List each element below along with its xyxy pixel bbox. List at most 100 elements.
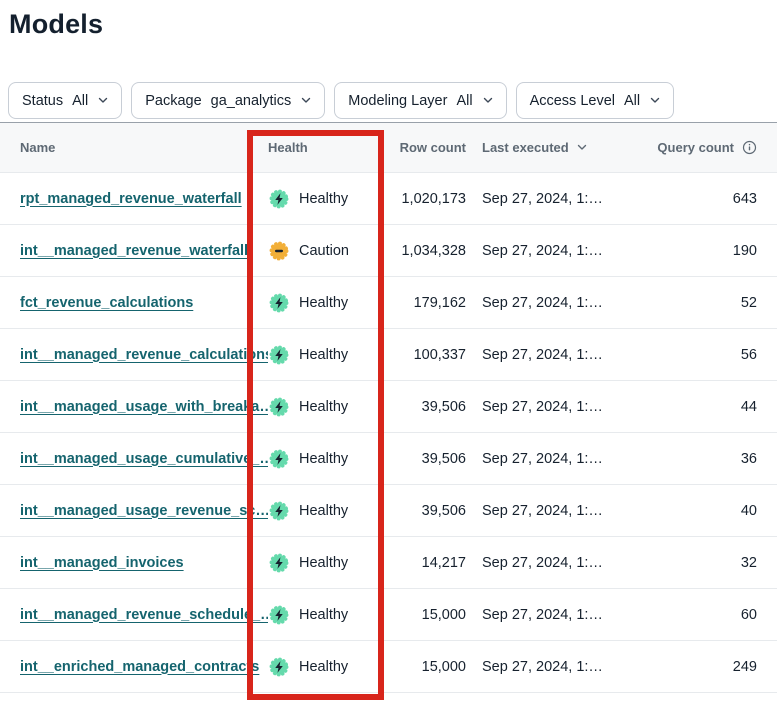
filter-package[interactable]: Package ga_analytics	[131, 82, 325, 119]
model-name-cell: int__managed_invoices	[20, 555, 268, 571]
table-row: int__managed_revenue_waterfall Caution 1…	[0, 225, 777, 277]
health-status-icon	[268, 344, 290, 366]
info-icon[interactable]	[742, 140, 757, 155]
health-status-icon	[268, 500, 290, 522]
row-count-cell: 39,506	[382, 503, 466, 519]
health-cell: Healthy	[268, 656, 382, 678]
filter-modeling-layer-value: All	[456, 93, 472, 109]
row-count-cell: 15,000	[382, 607, 466, 623]
model-name-cell: int__managed_revenue_schedule_…	[20, 607, 268, 623]
column-header-name[interactable]: Name	[20, 140, 268, 155]
column-header-health[interactable]: Health	[268, 140, 382, 155]
filter-status[interactable]: Status All	[8, 82, 122, 119]
health-status-label: Healthy	[299, 295, 348, 311]
query-count-cell: 643	[656, 191, 757, 207]
chevron-down-icon	[98, 97, 108, 104]
table-row: int__managed_usage_cumulative_… Healthy …	[0, 433, 777, 485]
health-status-icon	[268, 552, 290, 574]
sort-chevron-icon	[577, 144, 587, 151]
table-row: int__managed_revenue_schedule_… Healthy …	[0, 589, 777, 641]
health-status-label: Healthy	[299, 607, 348, 623]
last-executed-cell: Sep 27, 2024, 1:…	[466, 399, 656, 415]
model-name-cell: fct_revenue_calculations	[20, 295, 268, 311]
filter-access-level[interactable]: Access Level All	[516, 82, 675, 119]
row-count-cell: 39,506	[382, 399, 466, 415]
row-count-cell: 15,000	[382, 659, 466, 675]
health-cell: Healthy	[268, 396, 382, 418]
filter-package-value: ga_analytics	[211, 93, 292, 109]
health-cell: Healthy	[268, 448, 382, 470]
last-executed-cell: Sep 27, 2024, 1:…	[466, 451, 656, 467]
table-row: fct_revenue_calculations Healthy 179,162…	[0, 277, 777, 329]
model-name-cell: int__managed_revenue_waterfall	[20, 243, 268, 259]
health-status-icon	[268, 292, 290, 314]
query-count-cell: 36	[656, 451, 757, 467]
health-cell: Healthy	[268, 552, 382, 574]
model-name-cell: int__managed_usage_cumulative_…	[20, 451, 268, 467]
health-status-icon	[268, 604, 290, 626]
query-count-cell: 56	[656, 347, 757, 363]
model-name-link[interactable]: int__managed_usage_revenue_sc…	[20, 503, 268, 519]
table-row: int__managed_revenue_calculations Health…	[0, 329, 777, 381]
chevron-down-icon	[301, 97, 311, 104]
column-header-query-count[interactable]: Query count	[656, 140, 757, 155]
health-status-label: Healthy	[299, 191, 348, 207]
last-executed-cell: Sep 27, 2024, 1:…	[466, 659, 656, 675]
model-name-link[interactable]: int__managed_revenue_calculations	[20, 347, 268, 363]
last-executed-cell: Sep 27, 2024, 1:…	[466, 347, 656, 363]
table-row: int__managed_invoices Healthy 14,217 Sep…	[0, 537, 777, 589]
table-header-row: Name Health Row count Last executed Quer…	[0, 123, 777, 173]
row-count-cell: 39,506	[382, 451, 466, 467]
health-cell: Healthy	[268, 500, 382, 522]
model-name-link[interactable]: int__enriched_managed_contracts	[20, 659, 259, 675]
table-row: rpt_managed_revenue_waterfall Healthy 1,…	[0, 173, 777, 225]
model-name-cell: rpt_managed_revenue_waterfall	[20, 191, 268, 207]
column-header-last-executed[interactable]: Last executed	[466, 140, 656, 155]
row-count-cell: 179,162	[382, 295, 466, 311]
model-name-link[interactable]: rpt_managed_revenue_waterfall	[20, 191, 242, 207]
last-executed-cell: Sep 27, 2024, 1:…	[466, 243, 656, 259]
filter-modeling-layer[interactable]: Modeling Layer All	[334, 82, 506, 119]
table-row: int__managed_usage_revenue_sc… Healthy 3…	[0, 485, 777, 537]
health-status-icon	[268, 448, 290, 470]
model-name-link[interactable]: int__managed_revenue_waterfall	[20, 243, 248, 259]
health-cell: Caution	[268, 240, 382, 262]
chevron-down-icon	[650, 97, 660, 104]
column-header-row-count[interactable]: Row count	[382, 140, 466, 155]
chevron-down-icon	[483, 97, 493, 104]
health-status-icon	[268, 240, 290, 262]
row-count-cell: 100,337	[382, 347, 466, 363]
health-status-icon	[268, 188, 290, 210]
query-count-cell: 190	[656, 243, 757, 259]
model-name-link[interactable]: int__managed_invoices	[20, 555, 184, 571]
query-count-cell: 52	[656, 295, 757, 311]
row-count-cell: 14,217	[382, 555, 466, 571]
query-count-cell: 60	[656, 607, 757, 623]
column-header-query-count-label: Query count	[657, 140, 734, 155]
last-executed-cell: Sep 27, 2024, 1:…	[466, 503, 656, 519]
filter-modeling-layer-label: Modeling Layer	[348, 93, 447, 109]
last-executed-cell: Sep 27, 2024, 1:…	[466, 607, 656, 623]
model-name-cell: int__managed_usage_with_breaka…	[20, 399, 268, 415]
filter-access-level-value: All	[624, 93, 640, 109]
model-name-link[interactable]: int__managed_usage_cumulative_…	[20, 451, 268, 467]
table-row: int__managed_usage_with_breaka… Healthy …	[0, 381, 777, 433]
query-count-cell: 249	[656, 659, 757, 675]
filter-package-label: Package	[145, 93, 201, 109]
model-name-link[interactable]: int__managed_usage_with_breaka…	[20, 399, 268, 415]
health-status-label: Healthy	[299, 451, 348, 467]
table-row: int__enriched_managed_contracts Healthy …	[0, 641, 777, 693]
health-status-label: Healthy	[299, 555, 348, 571]
health-status-label: Caution	[299, 243, 349, 259]
row-count-cell: 1,034,328	[382, 243, 466, 259]
health-status-icon	[268, 656, 290, 678]
health-status-label: Healthy	[299, 659, 348, 675]
query-count-cell: 44	[656, 399, 757, 415]
model-name-link[interactable]: fct_revenue_calculations	[20, 295, 193, 311]
row-count-cell: 1,020,173	[382, 191, 466, 207]
health-cell: Healthy	[268, 292, 382, 314]
model-name-link[interactable]: int__managed_revenue_schedule_…	[20, 607, 268, 623]
health-status-label: Healthy	[299, 399, 348, 415]
last-executed-cell: Sep 27, 2024, 1:…	[466, 295, 656, 311]
health-status-icon	[268, 396, 290, 418]
